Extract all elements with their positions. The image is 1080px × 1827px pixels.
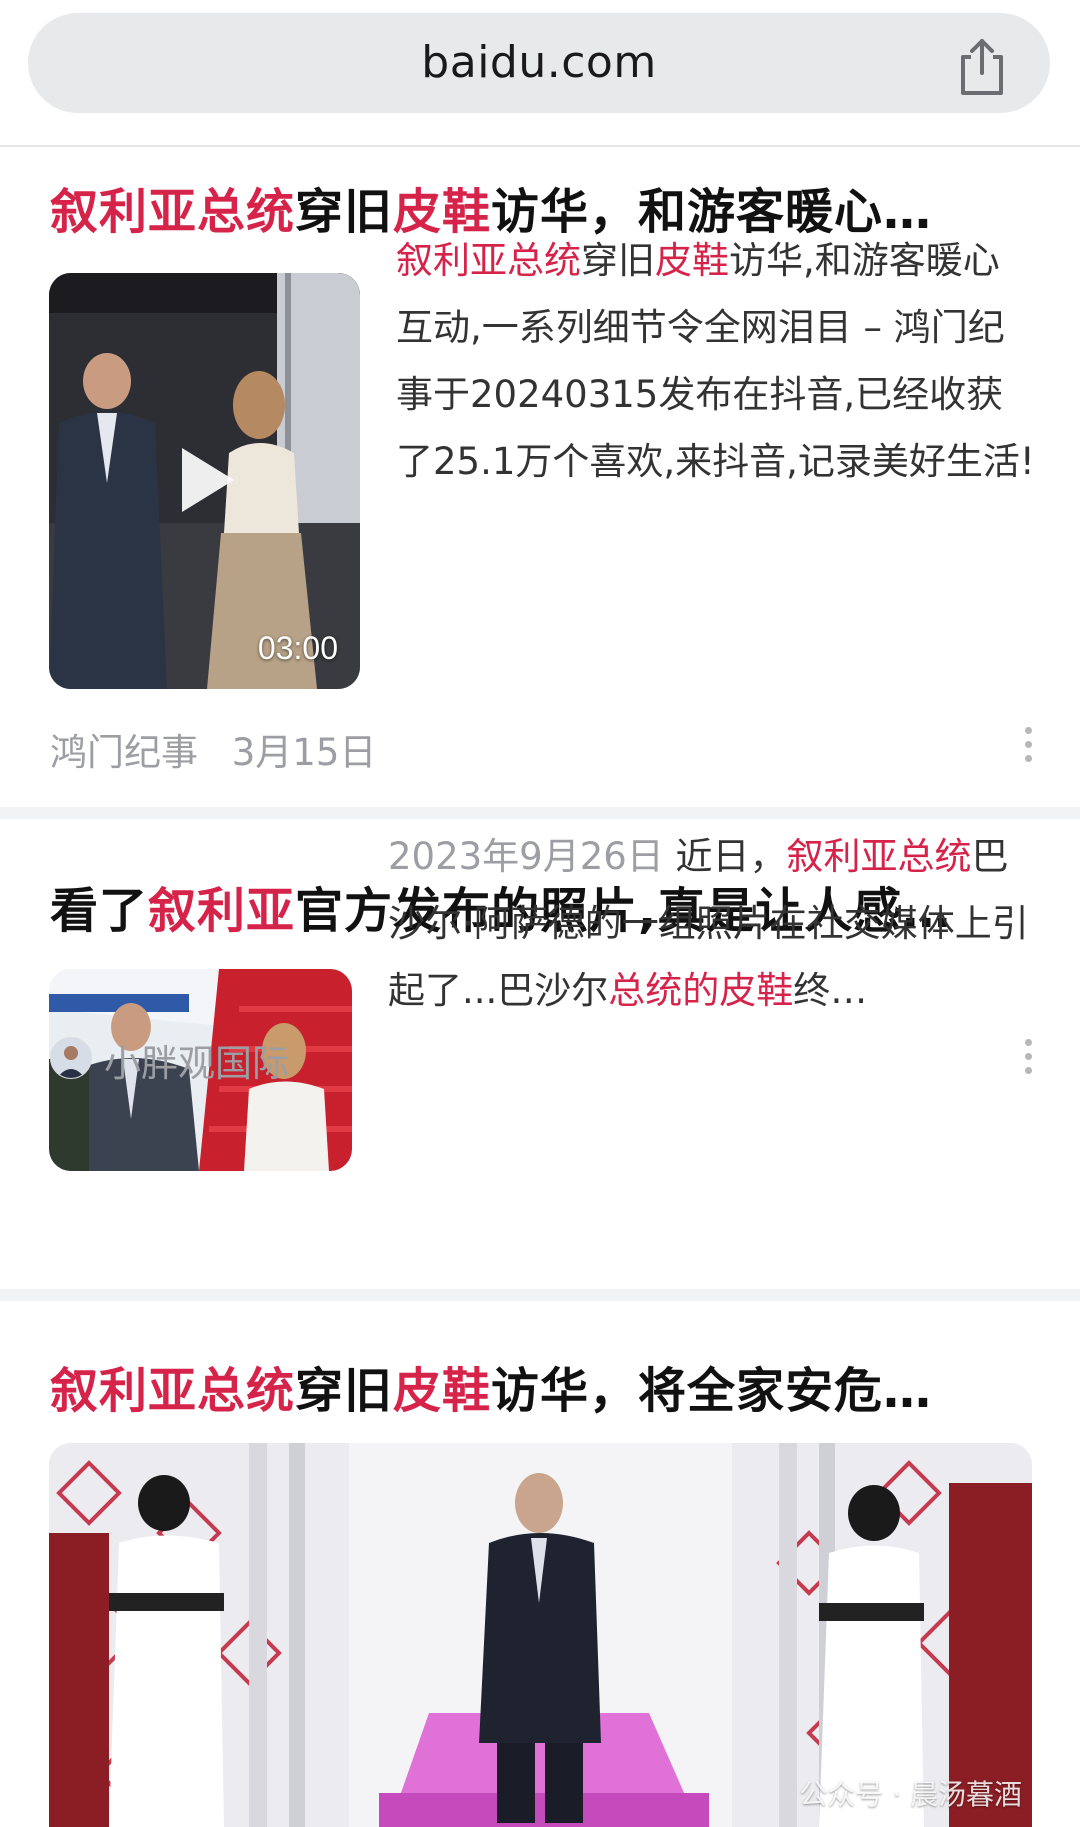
highlighted-keyword: 叙利亚总统 xyxy=(50,1363,296,1419)
result-meta: 鸿门纪事 3月15日 xyxy=(50,722,376,776)
result-title[interactable]: 叙利亚总统穿旧皮鞋访华，将全家安危… xyxy=(50,1351,1010,1421)
more-options-icon[interactable] xyxy=(1022,727,1034,767)
result-snippet: 叙利亚总统穿旧皮鞋访华,和游客暖心互动,一系列细节令全网泪目 – 鸿门纪事于20… xyxy=(396,227,1036,495)
video-thumbnail[interactable]: 公众号 · 晨汤暮酒 xyxy=(49,1443,1032,1827)
text-segment: 近日， xyxy=(675,835,787,878)
result-card-2[interactable]: 看了叙利亚官方发布的照片,真是让人感… 2023年9月26日 近日，叙利亚总统巴… xyxy=(0,819,1080,1289)
text-segment: 穿旧 xyxy=(295,184,394,240)
highlighted-keyword: 叙利亚总统 xyxy=(396,239,581,282)
result-card-1[interactable]: 叙利亚总统穿旧皮鞋访华，和游客暖心… 03:00 叙利亚总统穿旧皮鞋访华,和游客… xyxy=(0,147,1080,807)
highlighted-keyword: 叙利亚总统 xyxy=(786,835,972,878)
result-source[interactable]: 小胖观国际 xyxy=(104,1033,289,1087)
text-segment: 看了 xyxy=(50,883,149,939)
more-options-icon[interactable] xyxy=(1022,1039,1034,1079)
highlighted-keyword: 叙利亚总统 xyxy=(50,184,296,240)
result-separator xyxy=(0,807,1080,819)
watermark-text: 公众号 · 晨汤暮酒 xyxy=(799,1778,1022,1811)
text-segment: 穿旧 xyxy=(581,239,655,282)
text-segment: 终… xyxy=(793,969,868,1012)
result-source[interactable]: 鸿门纪事 xyxy=(50,731,198,774)
result-snippet: 2023年9月26日 近日，叙利亚总统巴沙尔·阿萨德的一组照片在社交媒体上引起了… xyxy=(388,823,1038,1024)
text-segment: 穿旧 xyxy=(295,1363,394,1419)
video-duration: 03:00 xyxy=(257,630,338,666)
result-separator xyxy=(0,1289,1080,1301)
highlighted-keyword: 皮鞋 xyxy=(655,239,729,282)
snippet-date: 2023年9月26日 xyxy=(388,835,676,878)
share-icon[interactable] xyxy=(954,35,1010,97)
thumbnail-image xyxy=(49,1443,1032,1827)
browser-toolbar: baidu.com xyxy=(0,0,1080,147)
highlighted-keyword: 总统的皮鞋 xyxy=(608,969,794,1012)
url-text: baidu.com xyxy=(421,37,657,88)
source-avatar xyxy=(50,1037,92,1079)
play-icon[interactable] xyxy=(182,448,234,512)
result-date: 3月15日 xyxy=(231,731,377,774)
result-card-3[interactable]: 叙利亚总统穿旧皮鞋访华，将全家安危… 公众号 · 晨汤暮酒 xyxy=(0,1301,1080,1827)
highlighted-keyword: 皮鞋 xyxy=(393,1363,492,1419)
video-thumbnail[interactable]: 03:00 xyxy=(49,273,360,689)
text-segment: 访华，将全家安危… xyxy=(491,1363,933,1419)
highlighted-keyword: 叙利亚 xyxy=(148,883,296,939)
address-bar[interactable]: baidu.com xyxy=(28,13,1050,113)
